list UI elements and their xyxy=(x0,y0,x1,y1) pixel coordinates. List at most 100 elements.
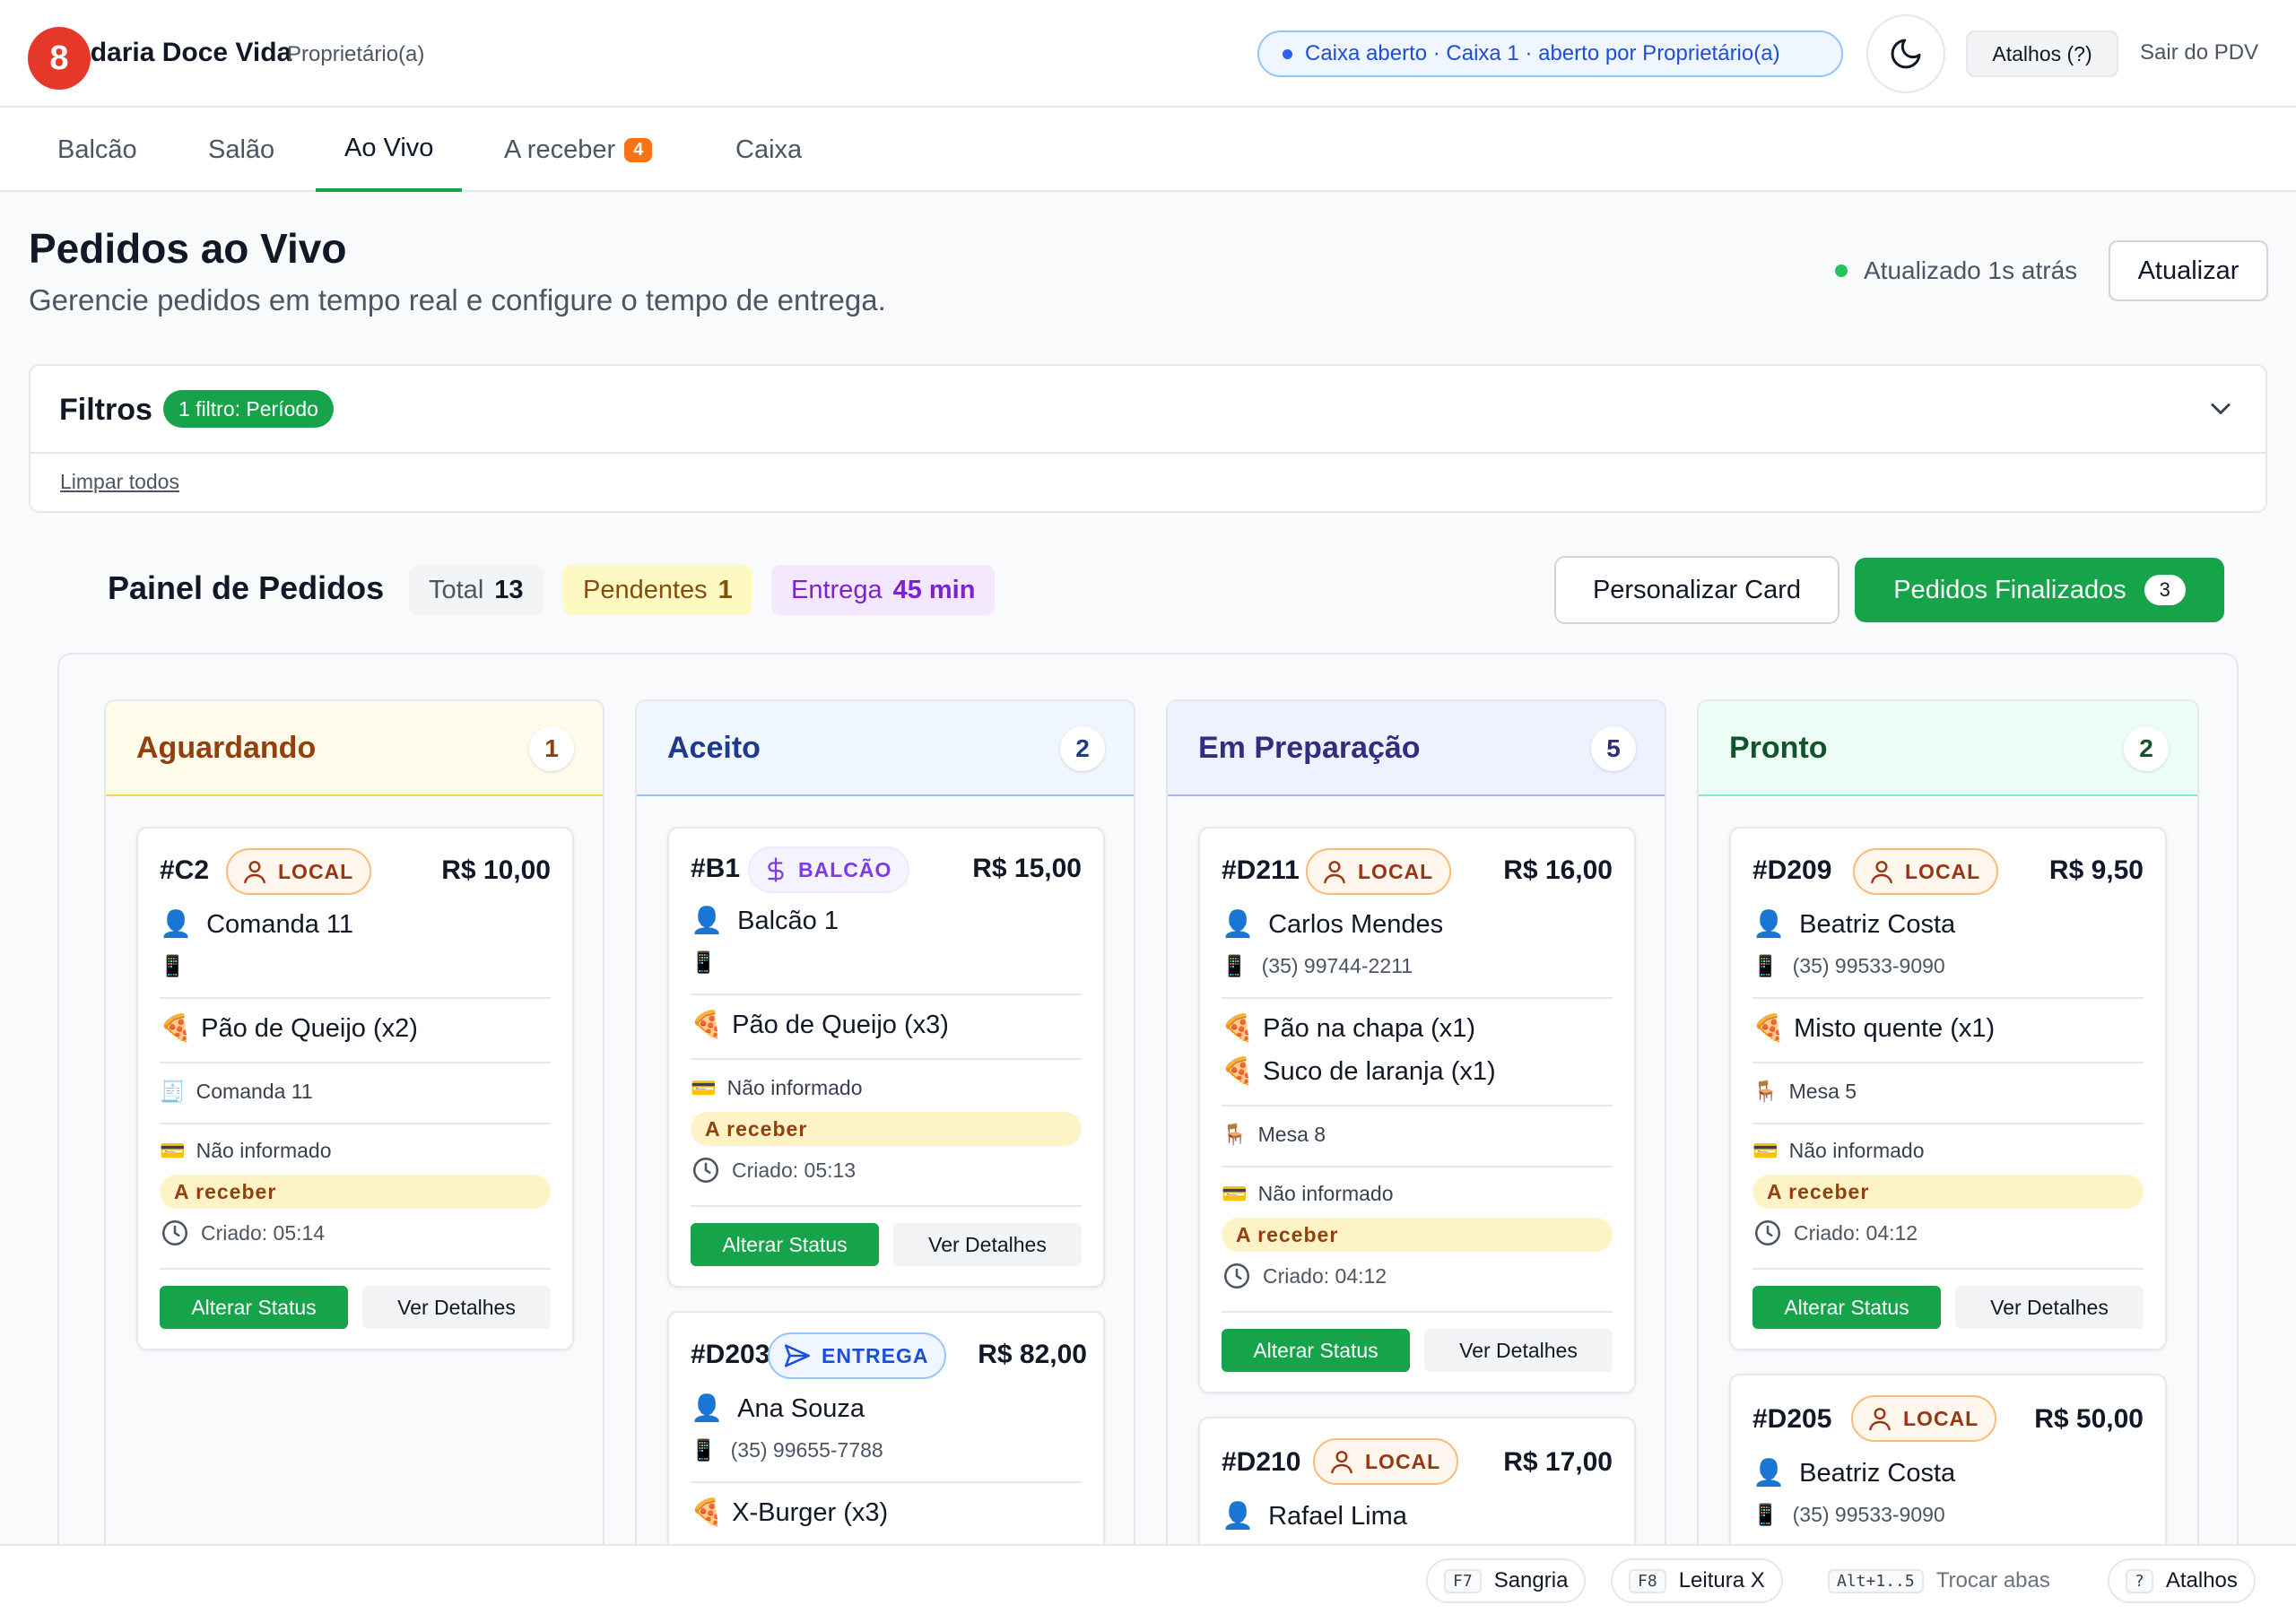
order-payment: 💳 Não informado xyxy=(1222,1182,1394,1206)
column-header: Aceito 2 xyxy=(637,701,1134,796)
order-card[interactable]: #D211 LOCAL R$ 16,00 👤 Carlos Mendes 📱 (35… xyxy=(1198,827,1636,1393)
main-tabs: Balcão Salão Ao Vivo A receber 4 Caixa xyxy=(0,108,2296,192)
payment-text: Não informado xyxy=(726,1076,863,1099)
chevron-down-icon[interactable] xyxy=(2205,393,2237,425)
live-dot xyxy=(1835,265,1848,277)
shortcut-atalhos[interactable]: ? Atalhos xyxy=(2108,1558,2256,1603)
shortcut-footer: F7 Sangria F8 Leitura X Alt+1..5 Trocar aba… xyxy=(0,1544,2296,1614)
column-header: Aguardando 1 xyxy=(106,701,603,796)
shortcut-leitura-x[interactable]: F8 Leitura X xyxy=(1611,1558,1783,1603)
order-customer: 👤 Beatriz Costa xyxy=(1752,909,1955,940)
order-phone: 📱 (35) 99655-7788 xyxy=(691,1438,883,1462)
notification-badge[interactable]: 8 xyxy=(28,27,91,90)
item-name: Pão na chapa (x1) xyxy=(1263,1013,1476,1043)
top-bar: 8 Padaria Doce Vida Proprietário(a) Caix… xyxy=(0,0,2296,108)
finished-orders-button[interactable]: Pedidos Finalizados 3 xyxy=(1855,558,2224,622)
filters-header[interactable]: Filtros 1 filtro: Período xyxy=(30,366,2266,454)
order-phone: 📱 xyxy=(691,950,731,975)
customer-name: Ana Souza xyxy=(737,1393,865,1423)
receivable-badge: A receber xyxy=(1752,1175,2144,1209)
person-icon xyxy=(1324,861,1345,884)
change-status-button[interactable]: Alterar Status xyxy=(160,1286,348,1329)
tab-salao[interactable]: Salão xyxy=(208,108,274,192)
shortcut-sangria[interactable]: F7 Sangria xyxy=(1426,1558,1587,1603)
order-card[interactable]: #B1 BALCÃO R$ 15,00 👤 Balcão 1 📱 🍕 Pão de … xyxy=(667,827,1105,1288)
order-card[interactable]: #D209 LOCAL R$ 9,50 👤 Beatriz Costa 📱 (35)… xyxy=(1729,827,2167,1350)
order-item: 🍕 Misto quente (x1) xyxy=(1752,1013,1995,1044)
order-item: 🍕 Suco de laranja (x1) xyxy=(1222,1056,1496,1087)
view-details-button[interactable]: Ver Detalhes xyxy=(362,1286,551,1329)
logout-link[interactable]: Sair do PDV xyxy=(2140,40,2258,65)
phone-icon: 📱 xyxy=(160,954,186,977)
card-icon: 💳 xyxy=(160,1139,186,1162)
user-icon: 👤 xyxy=(1222,910,1255,939)
updated-text: Atualizado 1s atrás xyxy=(1864,256,2078,284)
order-id: #D211 xyxy=(1222,855,1300,885)
delivery-time-stat[interactable]: Entrega 45 min xyxy=(771,565,996,615)
order-customer: 👤 Ana Souza xyxy=(691,1393,865,1424)
divider xyxy=(1222,997,1613,999)
tab-caixa[interactable]: Caixa xyxy=(735,108,802,192)
customer-name: Carlos Mendes xyxy=(1268,909,1444,939)
order-id: #D203 xyxy=(691,1340,770,1369)
divider xyxy=(1752,1268,2144,1270)
user-icon: 👤 xyxy=(1752,910,1786,939)
tab-label: Ao Vivo xyxy=(344,133,434,162)
order-type-label: LOCAL xyxy=(278,859,354,883)
shortcut-label: Atalhos xyxy=(2165,1568,2238,1592)
change-status-button[interactable]: Alterar Status xyxy=(1752,1286,1941,1329)
order-created: Criado: 05:14 xyxy=(160,1218,325,1248)
divider xyxy=(160,1123,551,1124)
shortcuts-button[interactable]: Atalhos (?) xyxy=(1966,30,2118,77)
order-customer: 👤 Rafael Lima xyxy=(1222,1501,1407,1532)
shortcut-label: Trocar abas xyxy=(1935,1568,2050,1592)
order-location: 🪑 Mesa 8 xyxy=(1222,1123,1326,1147)
clock-icon xyxy=(692,1157,719,1184)
phone-icon: 📱 xyxy=(1752,954,1779,977)
view-details-button[interactable]: Ver Detalhes xyxy=(1424,1329,1613,1372)
phone-number: (35) 99655-7788 xyxy=(730,1438,883,1462)
shortcut-trocar-abas: Alt+1..5 Trocar abas xyxy=(1812,1558,2066,1603)
divider xyxy=(1752,1123,2144,1124)
card-icon: 💳 xyxy=(1752,1139,1779,1162)
customer-name: Beatriz Costa xyxy=(1799,909,1956,939)
view-details-button[interactable]: Ver Detalhes xyxy=(1955,1286,2144,1329)
order-type-label: ENTREGA xyxy=(822,1343,929,1367)
order-created: Criado: 04:12 xyxy=(1752,1218,1918,1248)
created-text: Criado: 04:12 xyxy=(1794,1220,1918,1245)
refresh-button[interactable]: Atualizar xyxy=(2109,240,2268,301)
panel-title: Painel de Pedidos xyxy=(108,569,385,606)
clear-filters-link[interactable]: Limpar todos xyxy=(60,470,179,494)
tab-balcao[interactable]: Balcão xyxy=(57,108,137,192)
item-name: Pão de Queijo (x2) xyxy=(201,1013,418,1043)
tab-a-receber[interactable]: A receber 4 xyxy=(504,108,653,192)
order-type-badge: LOCAL xyxy=(1851,1395,1997,1442)
clock-icon xyxy=(1754,1219,1781,1246)
order-type-badge: ENTREGA xyxy=(768,1332,947,1379)
finished-count-badge: 3 xyxy=(2144,575,2186,605)
user-icon: 👤 xyxy=(160,910,193,939)
order-payment: 💳 Não informado xyxy=(160,1139,332,1163)
shortcut-label: Sangria xyxy=(1493,1568,1569,1592)
customize-card-button[interactable]: Personalizar Card xyxy=(1554,556,1839,624)
column-pronto: Pronto 2 #D209 LOCAL R$ 9,50 👤 Beatriz Co… xyxy=(1697,699,2199,1614)
change-status-button[interactable]: Alterar Status xyxy=(691,1223,879,1266)
divider xyxy=(1752,1062,2144,1063)
view-details-button[interactable]: Ver Detalhes xyxy=(893,1223,1082,1266)
theme-toggle-button[interactable] xyxy=(1866,14,1945,93)
item-name: Pão de Queijo (x3) xyxy=(732,1010,949,1039)
created-text: Criado: 05:14 xyxy=(201,1220,326,1245)
tab-ao-vivo[interactable]: Ao Vivo xyxy=(316,108,463,192)
order-price: R$ 50,00 xyxy=(2034,1404,2144,1434)
phone-icon: 📱 xyxy=(1752,1503,1779,1526)
location-text: Comanda 11 xyxy=(196,1080,313,1103)
payment-text: Não informado xyxy=(1788,1139,1925,1162)
column-title: Aceito xyxy=(667,730,761,765)
clock-icon xyxy=(1223,1263,1250,1289)
divider xyxy=(1222,1166,1613,1167)
caixa-status-pill[interactable]: Caixa aberto · Caixa 1 · aberto por Prop… xyxy=(1257,30,1843,77)
order-id: #D205 xyxy=(1752,1404,1832,1434)
change-status-button[interactable]: Alterar Status xyxy=(1222,1329,1410,1372)
order-card[interactable]: #C2 LOCAL R$ 10,00 👤 Comanda 11 📱 🍕 Pão de… xyxy=(136,827,574,1350)
shortcut-key: F7 xyxy=(1444,1568,1482,1593)
